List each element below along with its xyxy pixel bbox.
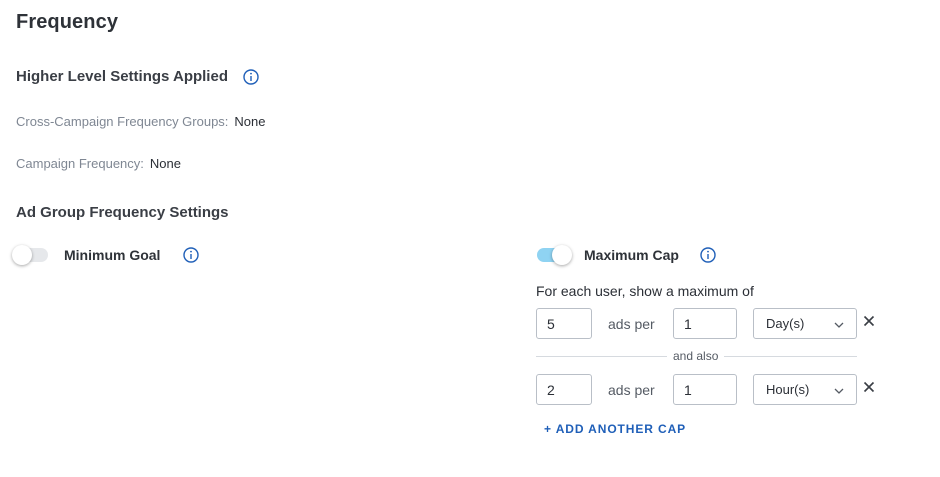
period-unit-value: Hour(s) — [766, 382, 810, 397]
chevron-down-icon — [834, 316, 844, 331]
campaign-frequency-value: None — [149, 156, 181, 171]
info-icon[interactable] — [183, 247, 199, 263]
ads-per-label: ads per — [608, 316, 655, 332]
chevron-down-icon — [834, 382, 844, 397]
cap-count-input[interactable]: 5 — [536, 308, 592, 339]
campaign-frequency-row: Campaign Frequency: None — [16, 155, 181, 173]
maximum-cap-description: For each user, show a maximum of — [536, 283, 754, 299]
period-unit-select[interactable]: Hour(s) — [753, 374, 857, 405]
close-icon — [863, 315, 875, 327]
close-icon — [863, 381, 875, 393]
maximum-cap-label: Maximum Cap — [584, 247, 679, 263]
toggle-knob — [552, 245, 572, 265]
toggle-knob — [12, 245, 32, 265]
info-icon[interactable] — [700, 247, 716, 263]
remove-cap-button[interactable] — [863, 314, 875, 332]
ad-group-title: Ad Group Frequency Settings — [16, 204, 229, 221]
add-another-cap-button[interactable]: + ADD ANOTHER CAP — [544, 422, 686, 436]
period-amount-input[interactable]: 1 — [673, 308, 737, 339]
maximum-cap-toggle[interactable] — [537, 245, 572, 265]
higher-level-title: Higher Level Settings Applied — [16, 68, 228, 85]
page-title: Frequency — [16, 11, 119, 33]
cross-campaign-row: Cross-Campaign Frequency Groups: None — [16, 113, 266, 131]
period-amount-input[interactable]: 1 — [673, 374, 737, 405]
cross-campaign-value: None — [234, 114, 266, 129]
info-icon[interactable] — [243, 68, 259, 85]
minimum-goal-toggle[interactable] — [12, 245, 48, 265]
period-unit-select[interactable]: Day(s) — [753, 308, 857, 339]
period-unit-value: Day(s) — [766, 316, 805, 331]
remove-cap-button[interactable] — [863, 380, 875, 398]
higher-level-header: Higher Level Settings Applied — [16, 68, 259, 85]
ads-per-label: ads per — [608, 382, 655, 398]
campaign-frequency-label: Campaign Frequency: — [16, 156, 144, 171]
and-also-label: and also — [667, 349, 725, 363]
cap-count-input[interactable]: 2 — [536, 374, 592, 405]
minimum-goal-label: Minimum Goal — [64, 247, 161, 263]
cross-campaign-label: Cross-Campaign Frequency Groups: — [16, 114, 229, 129]
